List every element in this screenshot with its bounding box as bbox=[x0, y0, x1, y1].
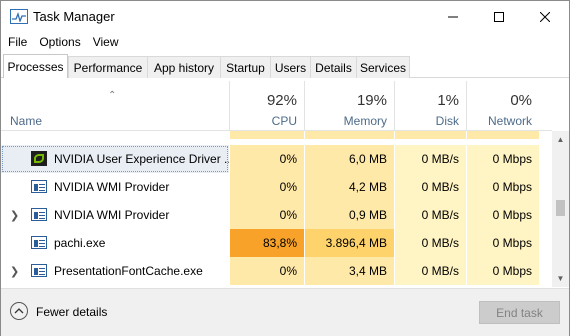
process-name-cell: pachi.exe bbox=[1, 229, 229, 257]
chevron-right-icon[interactable]: ❯ bbox=[10, 209, 19, 222]
tab-startup[interactable]: Startup bbox=[220, 56, 271, 78]
chevron-right-icon[interactable]: ❯ bbox=[10, 265, 19, 278]
process-name: pachi.exe bbox=[54, 236, 106, 250]
menu-bar: File Options View bbox=[1, 33, 124, 53]
partial-name-cell bbox=[1, 131, 229, 139]
window-title: Task Manager bbox=[33, 9, 115, 24]
title-bar[interactable]: Task Manager bbox=[1, 1, 569, 33]
task-manager-icon bbox=[10, 9, 28, 24]
process-name-cell: NVIDIA User Experience Driver ... bbox=[1, 145, 234, 173]
network-cell: 0 Mbps bbox=[466, 145, 539, 173]
column-name-label: Name bbox=[10, 114, 43, 128]
column-cpu[interactable]: 92% CPU bbox=[229, 81, 304, 131]
process-name: NVIDIA WMI Provider bbox=[54, 180, 170, 194]
table-row[interactable]: pachi.exe 83,8% 3.896,4 MB 0 MB/s 0 Mbps bbox=[1, 229, 552, 257]
menu-file[interactable]: File bbox=[1, 33, 32, 53]
memory-total: 19% bbox=[356, 92, 387, 109]
memory-cell: 0,9 MB bbox=[304, 201, 394, 229]
network-cell: 0 Mbps bbox=[466, 257, 539, 285]
table-row[interactable]: ❯ NVIDIA WMI Provider 0% 0,9 MB 0 MB/s 0… bbox=[1, 201, 552, 229]
process-icon bbox=[31, 180, 47, 193]
tab-services[interactable]: Services bbox=[356, 56, 410, 78]
disk-cell: 0 MB/s bbox=[394, 145, 466, 173]
process-name-cell: ❯ PresentationFontCache.exe bbox=[1, 257, 229, 285]
task-manager-window: Task Manager File Options View Processes… bbox=[0, 0, 570, 336]
scroll-up-icon[interactable]: ▲ bbox=[552, 131, 569, 148]
column-network[interactable]: 0% Network bbox=[466, 81, 539, 131]
disk-label: Disk bbox=[435, 114, 459, 128]
chevron-up-circle-icon[interactable] bbox=[10, 302, 28, 320]
cpu-cell: 0% bbox=[229, 201, 304, 229]
menu-options[interactable]: Options bbox=[32, 33, 85, 53]
footer-bar: Fewer details End task bbox=[1, 288, 569, 336]
process-list: NVIDIA User Experience Driver ... 0% 6,0… bbox=[1, 131, 552, 287]
disk-cell: 0 MB/s bbox=[394, 257, 466, 285]
network-cell: 0 Mbps bbox=[466, 201, 539, 229]
table-row[interactable]: NVIDIA User Experience Driver ... 0% 6,0… bbox=[1, 145, 552, 173]
network-cell: 0 Mbps bbox=[466, 173, 539, 201]
process-name: PresentationFontCache.exe bbox=[54, 264, 203, 278]
column-disk[interactable]: 1% Disk bbox=[394, 81, 466, 131]
vertical-scrollbar[interactable]: ▲ ▼ bbox=[552, 131, 569, 287]
tab-performance[interactable]: Performance bbox=[68, 56, 148, 78]
cpu-cell: 0% bbox=[229, 257, 304, 285]
cpu-cell: 0% bbox=[229, 145, 304, 173]
disk-total: 1% bbox=[437, 92, 459, 109]
network-cell bbox=[466, 131, 539, 139]
end-task-button[interactable]: End task bbox=[479, 301, 560, 324]
cpu-cell bbox=[229, 131, 304, 139]
minimize-icon bbox=[448, 16, 458, 17]
tab-details[interactable]: Details bbox=[310, 56, 357, 78]
table-row[interactable]: NVIDIA WMI Provider 0% 4,2 MB 0 MB/s 0 M… bbox=[1, 173, 552, 201]
process-name-cell: NVIDIA WMI Provider bbox=[1, 173, 229, 201]
memory-cell: 4,2 MB bbox=[304, 173, 394, 201]
cpu-cell: 0% bbox=[229, 173, 304, 201]
table-row[interactable]: ❯ PresentationFontCache.exe 0% 3,4 MB 0 … bbox=[1, 257, 552, 285]
memory-cell: 3.896,4 MB bbox=[304, 229, 394, 257]
process-icon bbox=[31, 208, 47, 221]
fewer-details-link[interactable]: Fewer details bbox=[36, 305, 107, 319]
minimize-button[interactable] bbox=[430, 1, 476, 32]
network-label: Network bbox=[487, 114, 532, 128]
process-icon bbox=[31, 264, 47, 277]
disk-cell bbox=[394, 131, 466, 139]
sort-up-icon: ⌃ bbox=[108, 90, 117, 101]
process-name-cell: ❯ NVIDIA WMI Provider bbox=[1, 201, 229, 229]
network-total: 0% bbox=[510, 92, 532, 109]
memory-cell: 3,4 MB bbox=[304, 257, 394, 285]
cpu-label: CPU bbox=[271, 114, 297, 128]
tab-processes[interactable]: Processes bbox=[3, 54, 68, 78]
tab-app-history[interactable]: App history bbox=[147, 56, 221, 78]
scroll-down-icon[interactable]: ▼ bbox=[552, 270, 569, 287]
scrollbar-thumb[interactable] bbox=[556, 200, 565, 216]
memory-label: Memory bbox=[343, 114, 387, 128]
disk-cell: 0 MB/s bbox=[394, 229, 466, 257]
tab-strip: Processes Performance App history Startu… bbox=[1, 54, 569, 78]
disk-cell: 0 MB/s bbox=[394, 201, 466, 229]
column-name[interactable]: ⌃ Name bbox=[1, 81, 229, 131]
memory-cell: 6,0 MB bbox=[304, 145, 394, 173]
cpu-cell: 83,8% bbox=[229, 229, 304, 257]
maximize-icon bbox=[494, 11, 504, 22]
network-cell: 0 Mbps bbox=[466, 229, 539, 257]
tab-users[interactable]: Users bbox=[270, 56, 311, 78]
menu-view[interactable]: View bbox=[86, 33, 124, 53]
process-name: NVIDIA User Experience Driver ... bbox=[54, 152, 235, 166]
close-button[interactable] bbox=[522, 1, 568, 32]
nvidia-icon bbox=[31, 151, 47, 166]
maximize-button[interactable] bbox=[476, 1, 522, 32]
cpu-total: 92% bbox=[266, 92, 297, 109]
process-icon bbox=[31, 236, 47, 249]
disk-cell: 0 MB/s bbox=[394, 173, 466, 201]
column-memory[interactable]: 19% Memory bbox=[304, 81, 394, 131]
memory-cell bbox=[304, 131, 394, 139]
column-header: ⌃ Name 92% CPU 19% Memory 1% Disk 0% Net… bbox=[1, 81, 552, 131]
process-name: NVIDIA WMI Provider bbox=[54, 208, 170, 222]
table-row-partial[interactable] bbox=[1, 131, 552, 139]
close-icon bbox=[540, 11, 550, 22]
